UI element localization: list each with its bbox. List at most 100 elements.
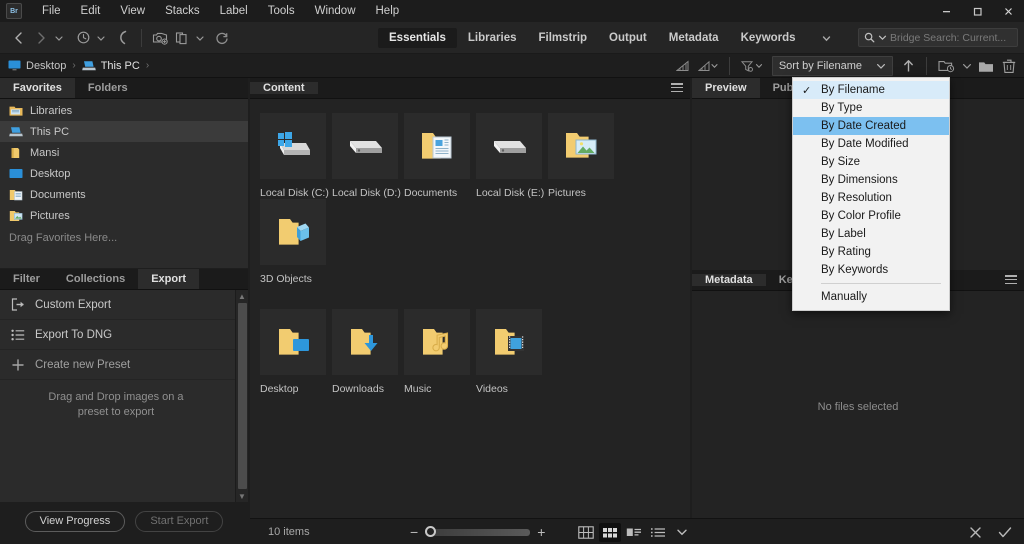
- menu-view[interactable]: View: [110, 2, 155, 20]
- refresh-icon[interactable]: [211, 27, 233, 49]
- zoom-out-button[interactable]: −: [410, 525, 418, 539]
- list-view-icon[interactable]: [647, 523, 669, 542]
- thumbnail[interactable]: [260, 113, 326, 179]
- zoom-slider-thumb[interactable]: [425, 525, 437, 537]
- sort-menu-item-by-size[interactable]: By Size: [793, 153, 949, 171]
- workspace-libraries[interactable]: Libraries: [457, 28, 528, 48]
- sort-menu-item-by-filename[interactable]: ✓ By Filename: [793, 81, 949, 99]
- list-item[interactable]: 3D Objects: [260, 199, 332, 285]
- menu-window[interactable]: Window: [305, 2, 366, 20]
- export-scrollbar[interactable]: ▲ ▼: [235, 290, 248, 502]
- recent-history-icon[interactable]: [72, 27, 94, 49]
- tab-collections[interactable]: Collections: [52, 269, 139, 289]
- thumbnail[interactable]: [548, 113, 614, 179]
- menu-help[interactable]: Help: [366, 2, 410, 20]
- sidebar-item-pictures[interactable]: Pictures: [0, 205, 248, 226]
- zoom-in-button[interactable]: +: [537, 525, 545, 539]
- boomerang-icon[interactable]: [112, 27, 134, 49]
- menu-tools[interactable]: Tools: [258, 2, 305, 20]
- sidebar-item-this-pc[interactable]: This PC: [0, 121, 248, 142]
- scroll-down-arrow-icon[interactable]: ▼: [238, 490, 246, 502]
- tab-filter[interactable]: Filter: [0, 269, 53, 289]
- list-item[interactable]: Local Disk (C:): [260, 113, 332, 199]
- workspace-metadata[interactable]: Metadata: [658, 28, 730, 48]
- filter-rating-dropdown-icon[interactable]: [694, 56, 722, 76]
- delete-trash-icon[interactable]: [998, 56, 1020, 76]
- back-icon[interactable]: [8, 27, 30, 49]
- tab-export[interactable]: Export: [138, 269, 200, 289]
- thumbnail[interactable]: [476, 309, 542, 375]
- workspace-essentials[interactable]: Essentials: [378, 28, 457, 48]
- search-scope-chevron-down-icon[interactable]: [878, 33, 887, 42]
- tab-folders[interactable]: Folders: [74, 78, 141, 98]
- thumbnail-zoom-slider[interactable]: − +: [410, 519, 545, 544]
- sort-by-dropdown-menu[interactable]: ✓ By Filename By Type By Date Created By…: [792, 77, 950, 311]
- new-folder-icon[interactable]: [974, 56, 998, 76]
- sort-menu-item-manually[interactable]: Manually: [793, 288, 949, 306]
- list-item[interactable]: Local Disk (E:): [476, 113, 548, 199]
- tab-metadata[interactable]: Metadata: [692, 274, 766, 286]
- tab-preview[interactable]: Preview: [692, 78, 760, 98]
- new-folder-clock-icon[interactable]: [934, 56, 960, 76]
- zoom-slider-track[interactable]: [425, 525, 531, 537]
- thumbnail[interactable]: [332, 113, 398, 179]
- chevron-down-icon[interactable]: [671, 523, 693, 542]
- menu-label[interactable]: Label: [210, 2, 258, 20]
- thumbnail[interactable]: [260, 309, 326, 375]
- scroll-up-arrow-icon[interactable]: ▲: [238, 290, 246, 302]
- cancel-x-icon[interactable]: [969, 526, 982, 539]
- filter-funnel-icon[interactable]: [737, 56, 767, 76]
- close-icon[interactable]: [993, 0, 1024, 22]
- sidebar-item-desktop[interactable]: Desktop: [0, 163, 248, 184]
- export-row-custom-export[interactable]: Custom Export: [0, 290, 248, 320]
- thumbnail[interactable]: [404, 309, 470, 375]
- chevron-down-icon[interactable]: [960, 56, 974, 76]
- sort-menu-item-by-date-created[interactable]: By Date Created: [793, 117, 949, 135]
- sidebar-item-libraries[interactable]: Libraries: [0, 100, 248, 121]
- details-view-icon[interactable]: [623, 523, 645, 542]
- sort-menu-item-by-date-modified[interactable]: By Date Modified: [793, 135, 949, 153]
- chevron-down-icon[interactable]: [52, 27, 66, 49]
- menu-stacks[interactable]: Stacks: [155, 2, 210, 20]
- hamburger-menu-icon[interactable]: [1005, 275, 1017, 284]
- camera-import-icon[interactable]: [149, 27, 171, 49]
- sort-menu-item-by-resolution[interactable]: By Resolution: [793, 189, 949, 207]
- hamburger-menu-icon[interactable]: [671, 83, 683, 92]
- list-item[interactable]: Pictures: [548, 113, 620, 199]
- sort-menu-item-by-color-profile[interactable]: By Color Profile: [793, 207, 949, 225]
- sidebar-item-mansi[interactable]: Mansi: [0, 142, 248, 163]
- sidebar-item-documents[interactable]: Documents: [0, 184, 248, 205]
- view-progress-button[interactable]: View Progress: [24, 510, 126, 532]
- sort-by-dropdown-button[interactable]: Sort by Filename: [771, 56, 893, 76]
- chevron-down-icon[interactable]: [807, 33, 842, 44]
- list-item[interactable]: Music: [404, 309, 476, 395]
- export-row-export-to-dng[interactable]: Export To DNG: [0, 320, 248, 350]
- list-item[interactable]: Downloads: [332, 309, 404, 395]
- workspace-output[interactable]: Output: [598, 28, 658, 48]
- list-item[interactable]: Documents: [404, 113, 476, 199]
- chevron-down-icon[interactable]: [193, 27, 207, 49]
- sort-menu-item-by-type[interactable]: By Type: [793, 99, 949, 117]
- confirm-check-icon[interactable]: [998, 526, 1012, 539]
- menu-file[interactable]: File: [32, 2, 71, 20]
- menu-edit[interactable]: Edit: [71, 2, 111, 20]
- filter-rating-icon[interactable]: [672, 56, 694, 76]
- minimize-icon[interactable]: [931, 0, 962, 22]
- list-item[interactable]: Local Disk (D:): [332, 113, 404, 199]
- thumbnail[interactable]: [332, 309, 398, 375]
- start-export-button[interactable]: Start Export: [135, 510, 224, 532]
- rotate-copy-icon[interactable]: [171, 27, 193, 49]
- list-item[interactable]: Videos: [476, 309, 548, 395]
- workspace-keywords[interactable]: Keywords: [730, 28, 807, 48]
- thumbnail-view-icon[interactable]: [599, 522, 621, 542]
- tab-content[interactable]: Content: [250, 82, 318, 94]
- breadcrumb-item-this-pc[interactable]: This PC: [81, 60, 140, 72]
- sort-ascending-arrow-icon[interactable]: [898, 56, 919, 76]
- sort-menu-item-by-dimensions[interactable]: By Dimensions: [793, 171, 949, 189]
- forward-icon[interactable]: [30, 27, 52, 49]
- grid-view-icon[interactable]: [575, 523, 597, 542]
- export-row-create-new-preset[interactable]: Create new Preset: [0, 350, 248, 380]
- list-item[interactable]: Desktop: [260, 309, 332, 395]
- search-input[interactable]: Bridge Search: Current...: [858, 28, 1018, 47]
- workspace-filmstrip[interactable]: Filmstrip: [527, 28, 598, 48]
